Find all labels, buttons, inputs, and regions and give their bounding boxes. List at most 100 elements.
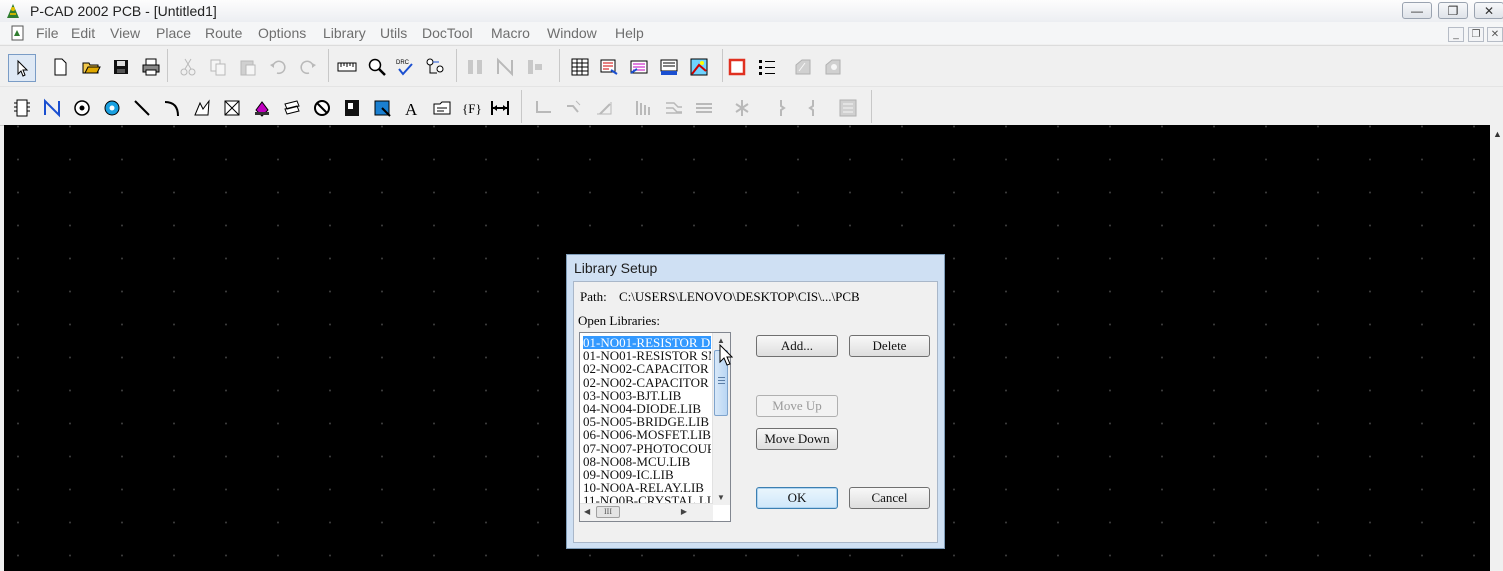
library-list-item[interactable]: 08-NO08-MCU.LIB (583, 455, 711, 468)
menu-file[interactable]: File (36, 25, 59, 41)
select-tool-button[interactable] (8, 54, 36, 82)
menu-view[interactable]: View (110, 25, 140, 41)
library-list-item[interactable]: 10-NO0A-RELAY.LIB (583, 481, 711, 494)
library-list-item[interactable]: 01-NO01-RESISTOR DIP.LIB (582, 335, 712, 350)
place-cutout-button[interactable] (250, 96, 274, 120)
bus-button[interactable] (463, 55, 487, 79)
menu-route[interactable]: Route (205, 25, 242, 41)
library-list-item[interactable]: 05-NO05-BRIDGE.LIB (583, 415, 711, 428)
list-scroll-left-icon[interactable]: ◀ (584, 507, 590, 516)
document-icon[interactable] (10, 25, 26, 41)
library-list-item[interactable]: 04-NO04-DIODE.LIB (583, 402, 711, 415)
place-copper-pour-button[interactable] (220, 96, 244, 120)
library-list-item[interactable]: 06-NO06-MOSFET.LIB (583, 428, 711, 441)
cut-button[interactable] (176, 55, 200, 79)
route-right-button[interactable] (800, 96, 824, 120)
place-plane-button[interactable] (280, 96, 304, 120)
move-up-button[interactable]: Move Up (756, 395, 838, 417)
mdi-minimize-button[interactable]: _ (1448, 27, 1464, 42)
place-component-button[interactable] (10, 96, 34, 120)
measure-button[interactable] (335, 55, 359, 79)
delete-button[interactable]: Delete (849, 335, 930, 357)
menu-help[interactable]: Help (615, 25, 644, 41)
menu-place[interactable]: Place (156, 25, 191, 41)
table-button[interactable] (568, 55, 592, 79)
move-down-button[interactable]: Move Down (756, 428, 838, 450)
paste-button[interactable] (236, 55, 260, 79)
pcad-app-icon[interactable] (4, 2, 22, 20)
mdi-close-button[interactable]: ✕ (1487, 27, 1503, 42)
menu-library[interactable]: Library (323, 25, 366, 41)
open-button[interactable] (79, 55, 103, 79)
library-list-item[interactable]: 02-NO02-CAPACITOR DIP.LIB (583, 362, 711, 375)
list-scroll-down-icon[interactable]: ▼ (717, 493, 725, 502)
pattern-button[interactable] (725, 55, 749, 79)
ok-button[interactable]: OK (756, 487, 838, 509)
route-gloss-button[interactable] (770, 96, 794, 120)
route-miter-button[interactable] (592, 96, 616, 120)
menu-doctool[interactable]: DocTool (422, 25, 473, 41)
menu-utils[interactable]: Utils (380, 25, 407, 41)
undo-button[interactable] (266, 55, 290, 79)
edit-toolbar-group (168, 49, 329, 82)
new-button[interactable] (48, 55, 72, 79)
drc-button[interactable]: DRC (393, 55, 417, 79)
library-2-button[interactable] (821, 55, 845, 79)
list-scroll-right-icon[interactable]: ▶ (681, 507, 687, 516)
layers-button[interactable] (597, 55, 621, 79)
close-button[interactable]: ✕ (1474, 2, 1503, 19)
menu-edit[interactable]: Edit (71, 25, 95, 41)
menu-options[interactable]: Options (258, 25, 306, 41)
library-list-item[interactable]: 09-NO09-IC.LIB (583, 468, 711, 481)
list-hscroll-thumb[interactable]: III (596, 506, 620, 518)
restore-button[interactable]: ❐ (1438, 2, 1468, 19)
library-list-item[interactable]: 01-NO01-RESISTOR SMD.LIB (583, 349, 711, 362)
place-connection-button[interactable] (40, 96, 64, 120)
route-push-button[interactable] (730, 96, 754, 120)
library-button[interactable] (791, 55, 815, 79)
route-manual-tool-button[interactable] (532, 96, 556, 120)
place-point-button[interactable] (370, 96, 394, 120)
menu-window[interactable]: Window (547, 25, 597, 41)
redo-button[interactable] (296, 55, 320, 79)
place-polygon-button[interactable] (190, 96, 214, 120)
place-line-button[interactable] (130, 96, 154, 120)
open-libraries-list[interactable]: 01-NO01-RESISTOR DIP.LIB01-NO01-RESISTOR… (579, 332, 731, 522)
minimize-button[interactable]: — (1402, 2, 1432, 19)
save-button[interactable] (109, 55, 133, 79)
place-attribute-button[interactable] (430, 96, 454, 120)
print-button[interactable] (139, 55, 163, 79)
route-multi-button[interactable] (632, 96, 656, 120)
list-button[interactable] (755, 55, 779, 79)
library-list-item[interactable]: 07-NO07-PHOTOCOUPLER.LIB (583, 442, 711, 455)
route-interactive-tool-button[interactable] (562, 96, 586, 120)
add-button[interactable]: Add... (756, 335, 838, 357)
place-metafile-button[interactable] (340, 96, 364, 120)
vias-button[interactable] (657, 55, 681, 79)
mdi-restore-button[interactable]: ❐ (1468, 27, 1484, 42)
menu-macro[interactable]: Macro (491, 25, 530, 41)
route-interactive-button[interactable] (523, 55, 547, 79)
canvas-vertical-scrollbar[interactable]: ▲ (1490, 125, 1503, 571)
cancel-button[interactable]: Cancel (849, 487, 930, 509)
list-horizontal-scrollbar[interactable]: ◀ III ▶ (580, 503, 713, 521)
route-bus-button[interactable] (662, 96, 686, 120)
route-manual-button[interactable] (493, 55, 517, 79)
copy-button[interactable] (206, 55, 230, 79)
pads-button[interactable] (627, 55, 651, 79)
route-gate-button[interactable] (836, 96, 860, 120)
scroll-up-arrow-icon[interactable]: ▲ (1493, 129, 1502, 139)
place-pad-button[interactable] (70, 96, 94, 120)
place-text-button[interactable]: A (400, 96, 424, 120)
board-button[interactable] (687, 55, 711, 79)
library-list-item[interactable]: 02-NO02-CAPACITOR SMD.LIB (583, 376, 711, 389)
place-dimension-button[interactable] (488, 96, 512, 120)
route-fanout-button[interactable] (692, 96, 716, 120)
place-field-button[interactable]: {F} (460, 96, 484, 120)
library-list-item[interactable]: 03-NO03-BJT.LIB (583, 389, 711, 402)
place-arc-button[interactable] (160, 96, 184, 120)
zoom-button[interactable] (365, 55, 389, 79)
place-keepout-button[interactable] (310, 96, 334, 120)
connection-button[interactable] (423, 55, 447, 79)
place-via-button[interactable] (100, 96, 124, 120)
